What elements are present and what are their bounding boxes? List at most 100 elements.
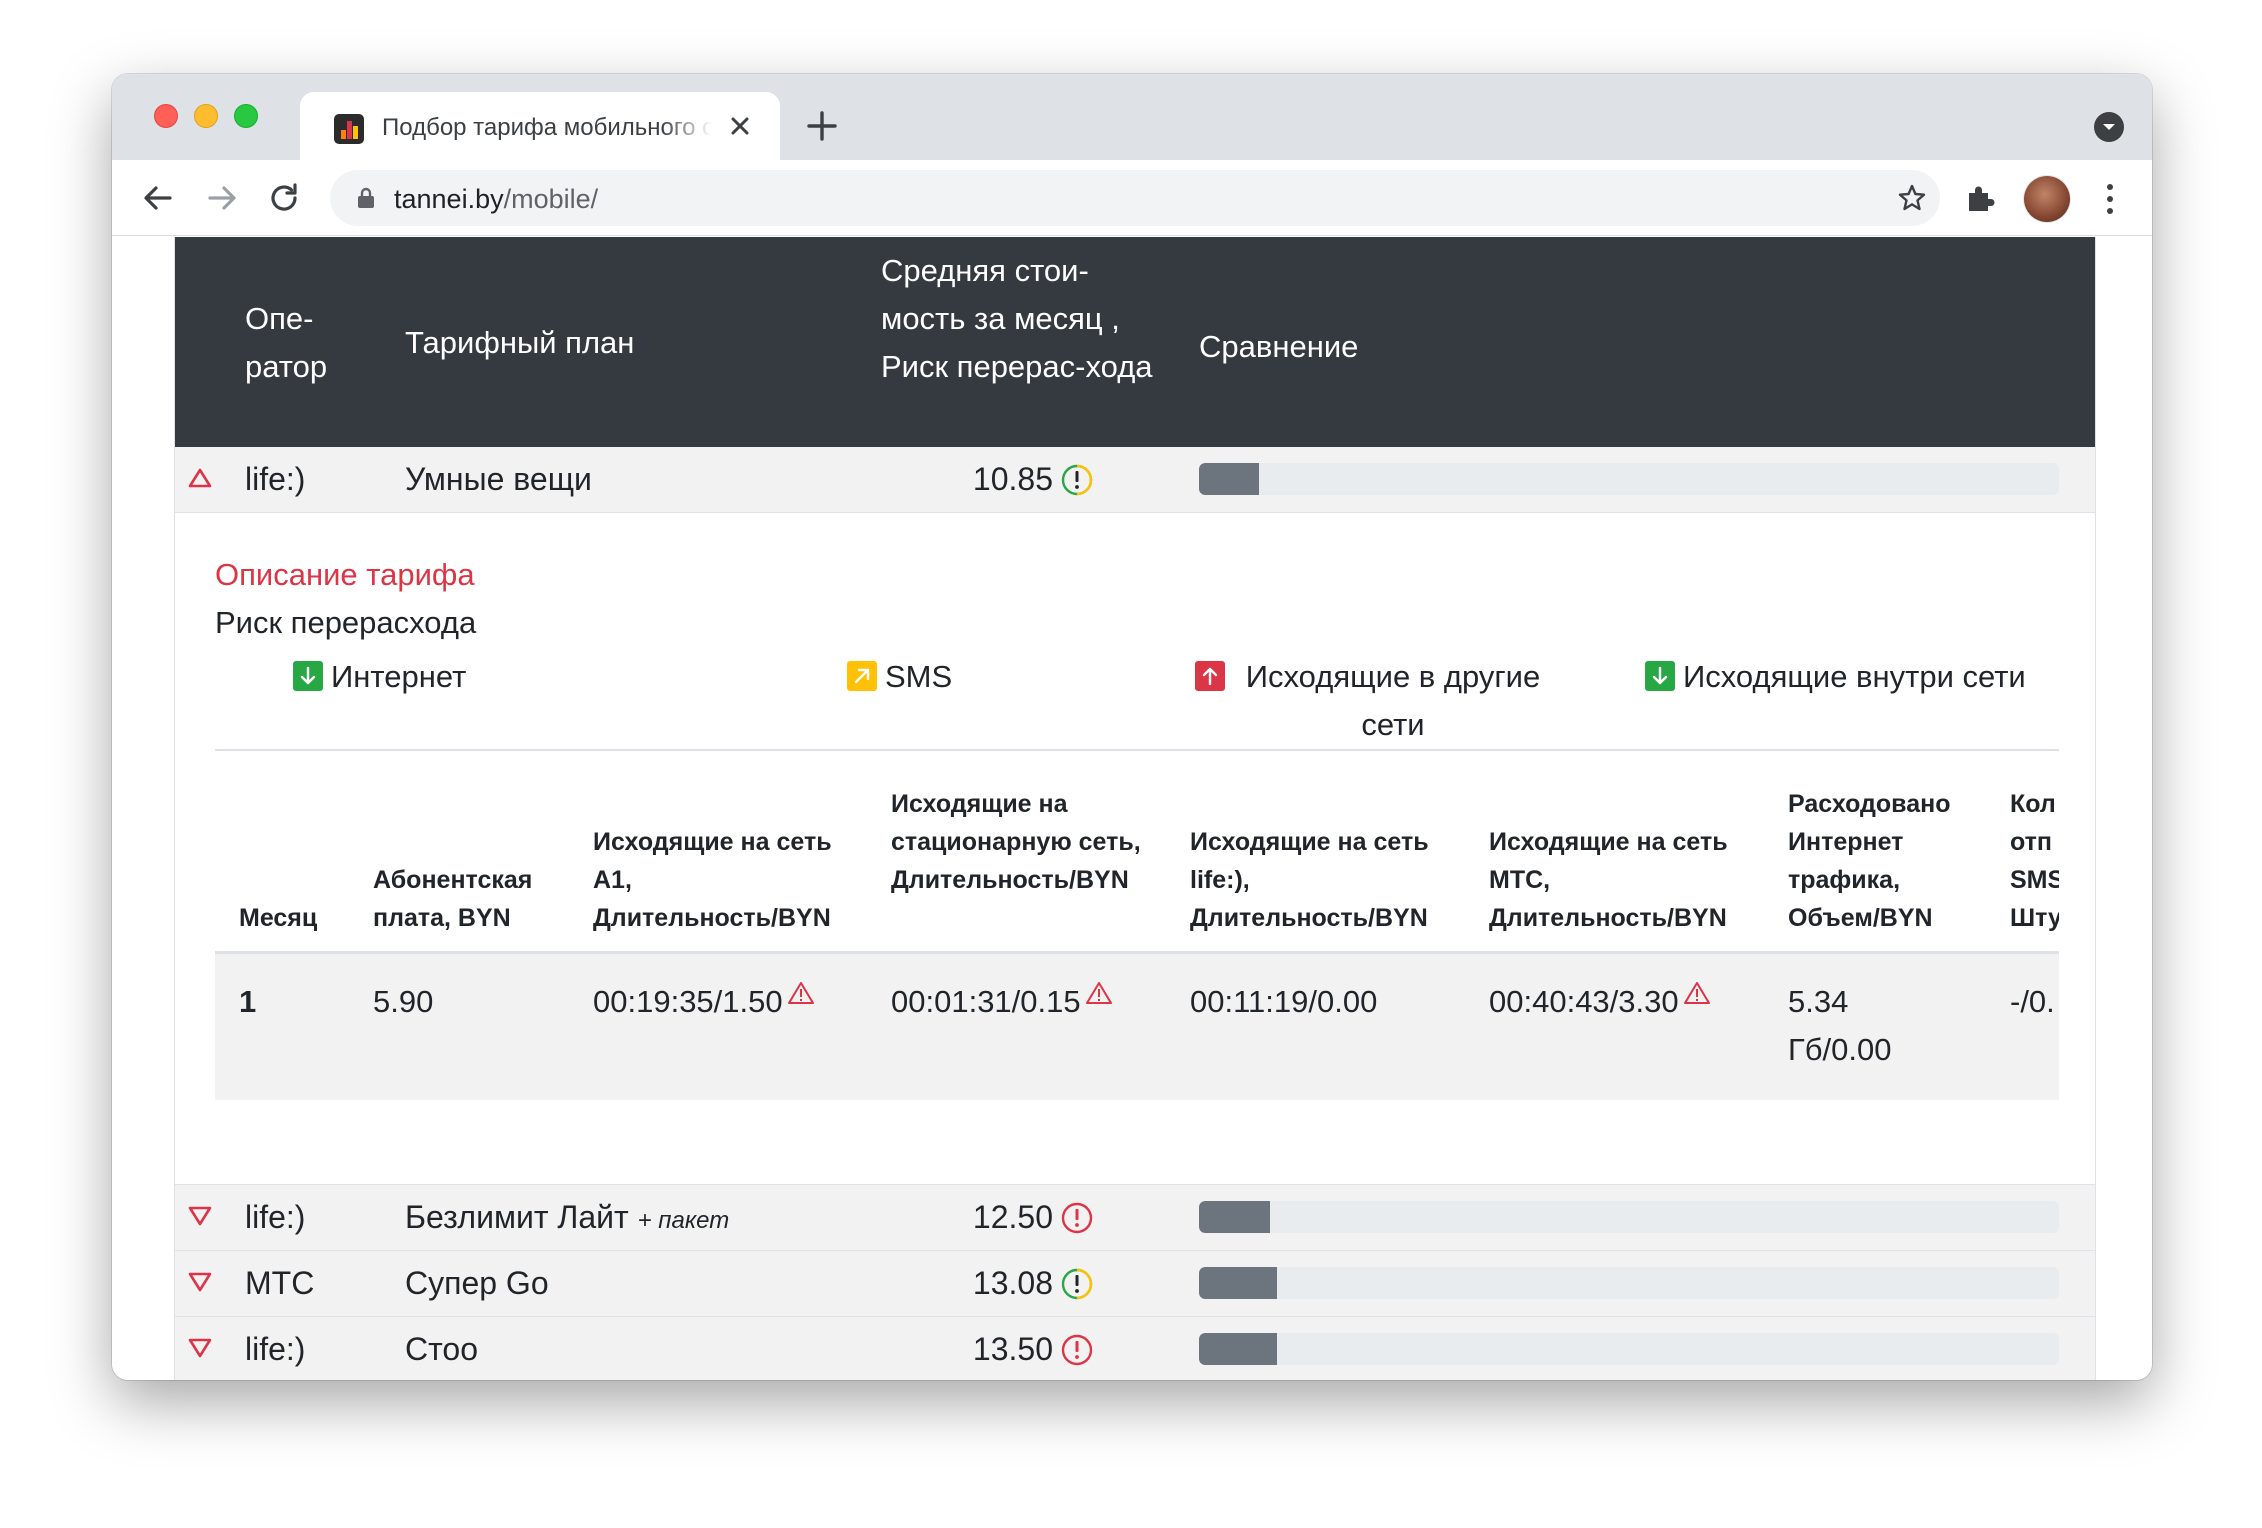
risk-warning-red-icon — [1061, 1334, 1093, 1365]
cost-cell: 12.50 — [875, 1199, 1095, 1236]
cell-month: 1 — [239, 984, 257, 1019]
page-content: Опе-ратор Тарифный план Средняя стои-мос… — [112, 237, 2152, 1380]
cost-value: 12.50 — [972, 1199, 1053, 1235]
lock-icon[interactable] — [354, 186, 378, 210]
plan-cell[interactable]: Стоо — [405, 1331, 478, 1368]
bookmark-star-icon[interactable] — [1896, 182, 1928, 214]
maximize-window-button[interactable] — [234, 104, 258, 128]
operator-cell: life:) — [245, 461, 306, 497]
risk-warning-red-icon — [1061, 1202, 1093, 1233]
risk-item-label: Исходящие в другие сети — [1245, 659, 1541, 742]
reload-icon[interactable] — [264, 178, 304, 218]
col-fee: Абонентская плата, BYN — [373, 866, 533, 932]
comparison-bar-fill — [1199, 1201, 1270, 1233]
risk-item-sms: SMS — [847, 653, 952, 701]
plan-name: Умные вещи — [405, 461, 592, 497]
tab-bar: Подбор тарифа мобильного о — [112, 74, 2152, 160]
warning-triangle-icon — [1085, 982, 1112, 1004]
table-header: Опе-ратор Тарифный план Средняя стои-мос… — [175, 237, 2095, 447]
arrow-up-icon — [1195, 661, 1225, 691]
cell-life: 00:11:19/0.00 — [1190, 984, 1378, 1019]
comparison-bar-fill — [1199, 1333, 1278, 1365]
col-month: Месяц — [239, 904, 318, 932]
arrow-down-icon — [1645, 661, 1675, 691]
col-landline: Исходящие на стационарную сеть, Длительн… — [891, 790, 1141, 894]
cell-a1: 00:19:35/1.50 — [593, 978, 815, 1026]
risk-item-outgoing-other: Исходящие в другие сети — [1195, 653, 1555, 749]
table-row[interactable]: life:) Безлимит Лайт + пакет 12.50 — [175, 1185, 2095, 1251]
back-arrow-icon[interactable] — [138, 178, 178, 218]
comparison-bar — [1199, 463, 2059, 495]
cost-cell: 13.08 — [875, 1265, 1095, 1302]
cell-value: 00:40:43/3.30 — [1489, 984, 1679, 1019]
plan-cell[interactable]: Супер Go — [405, 1265, 549, 1302]
expand-triangle-icon[interactable] — [187, 1337, 213, 1359]
cost-cell: 13.50 — [875, 1331, 1095, 1368]
forward-arrow-icon[interactable] — [202, 178, 242, 218]
risk-item-label: Интернет — [331, 659, 467, 694]
table-row[interactable]: МТС Супер Go 13.08 — [175, 1251, 2095, 1317]
close-tab-icon[interactable] — [724, 110, 756, 142]
risk-title: Риск перерасхода — [215, 605, 477, 640]
address-bar[interactable]: tannei.by/mobile/ — [330, 170, 1940, 226]
table-row: 1 5.90 00:19:35/1.50 00:01:31/0.15 00:11… — [215, 954, 2059, 1100]
tariff-table: Опе-ратор Тарифный план Средняя стои-мос… — [174, 237, 2096, 1380]
expand-triangle-icon[interactable] — [187, 1271, 213, 1293]
browser-tab[interactable]: Подбор тарифа мобильного о — [300, 92, 780, 160]
expand-triangle-icon[interactable] — [187, 1205, 213, 1227]
plan-name: Безлимит Лайт — [405, 1199, 629, 1235]
cell-mts: 00:40:43/3.30 — [1489, 978, 1711, 1026]
tab-title: Подбор тарифа мобильного о — [382, 114, 712, 141]
site-favicon-icon — [334, 114, 364, 144]
minimize-window-button[interactable] — [194, 104, 218, 128]
warning-triangle-icon — [787, 982, 814, 1004]
table-row[interactable]: life:) Умные вещи 10.85 — [175, 447, 2095, 513]
plan-name: Стоо — [405, 1331, 478, 1367]
col-a1: Исходящие на сеть А1, Длительность/BYN — [593, 828, 832, 932]
plan-name: Супер Go — [405, 1265, 549, 1301]
comparison-bar — [1199, 1267, 2059, 1299]
cell-landline: 00:01:31/0.15 — [891, 978, 1113, 1026]
profile-avatar[interactable] — [2024, 176, 2070, 222]
browser-toolbar: tannei.by/mobile/ — [112, 160, 2152, 236]
cost-value: 10.85 — [972, 461, 1053, 497]
url-text[interactable]: tannei.by/mobile/ — [394, 184, 598, 215]
warning-triangle-icon — [1683, 982, 1710, 1004]
cost-value: 13.50 — [972, 1331, 1053, 1367]
plan-suffix: + пакет — [637, 1207, 730, 1234]
header-compare: Сравнение — [1199, 329, 1359, 364]
cost-cell: 10.85 — [875, 461, 1095, 498]
close-window-button[interactable] — [154, 104, 178, 128]
risk-item-internet: Интернет — [293, 653, 466, 701]
plan-cell[interactable]: Умные вещи — [405, 461, 592, 498]
tab-search-button[interactable] — [2094, 112, 2124, 142]
col-internet: Расходовано Интернет трафика, Объем/BYN — [1788, 790, 1951, 932]
operator-cell: МТС — [245, 1265, 315, 1301]
chevron-down-icon — [2103, 124, 2115, 130]
risk-warning-yellow-icon — [1061, 464, 1093, 495]
tariff-description-link[interactable]: Описание тарифа — [215, 557, 475, 593]
plan-cell[interactable]: Безлимит Лайт + пакет — [405, 1199, 729, 1236]
cost-value: 13.08 — [972, 1265, 1053, 1301]
arrow-down-icon — [293, 661, 323, 691]
col-mts: Исходящие на сеть МТС, Длительность/BYN — [1489, 828, 1728, 932]
browser-menu-icon[interactable] — [2100, 182, 2120, 216]
risk-warning-yellow-icon — [1061, 1268, 1093, 1299]
operator-cell: life:) — [245, 1199, 306, 1235]
risk-item-outgoing-inside: Исходящие внутри сети — [1645, 653, 2026, 701]
header-operator: Опе-ратор — [245, 301, 328, 384]
comparison-bar — [1199, 1201, 2059, 1233]
col-sms: Кол отп SMS Шту — [2010, 790, 2059, 932]
extensions-puzzle-icon[interactable] — [1962, 180, 1998, 216]
collapse-triangle-icon[interactable] — [187, 467, 213, 489]
header-plan: Тарифный план — [405, 325, 635, 360]
cell-fee: 5.90 — [373, 984, 434, 1019]
comparison-bar-fill — [1199, 463, 1260, 495]
header-cost: Средняя стои-мость за месяц , Риск перер… — [881, 253, 1153, 384]
new-tab-icon[interactable] — [804, 108, 840, 144]
cell-value: 00:19:35/1.50 — [593, 984, 783, 1019]
table-row[interactable]: life:) Стоо 13.50 — [175, 1317, 2095, 1380]
comparison-bar — [1199, 1333, 2059, 1365]
comparison-bar-fill — [1199, 1267, 1278, 1299]
col-life: Исходящие на сеть life:), Длительность/B… — [1190, 828, 1429, 932]
